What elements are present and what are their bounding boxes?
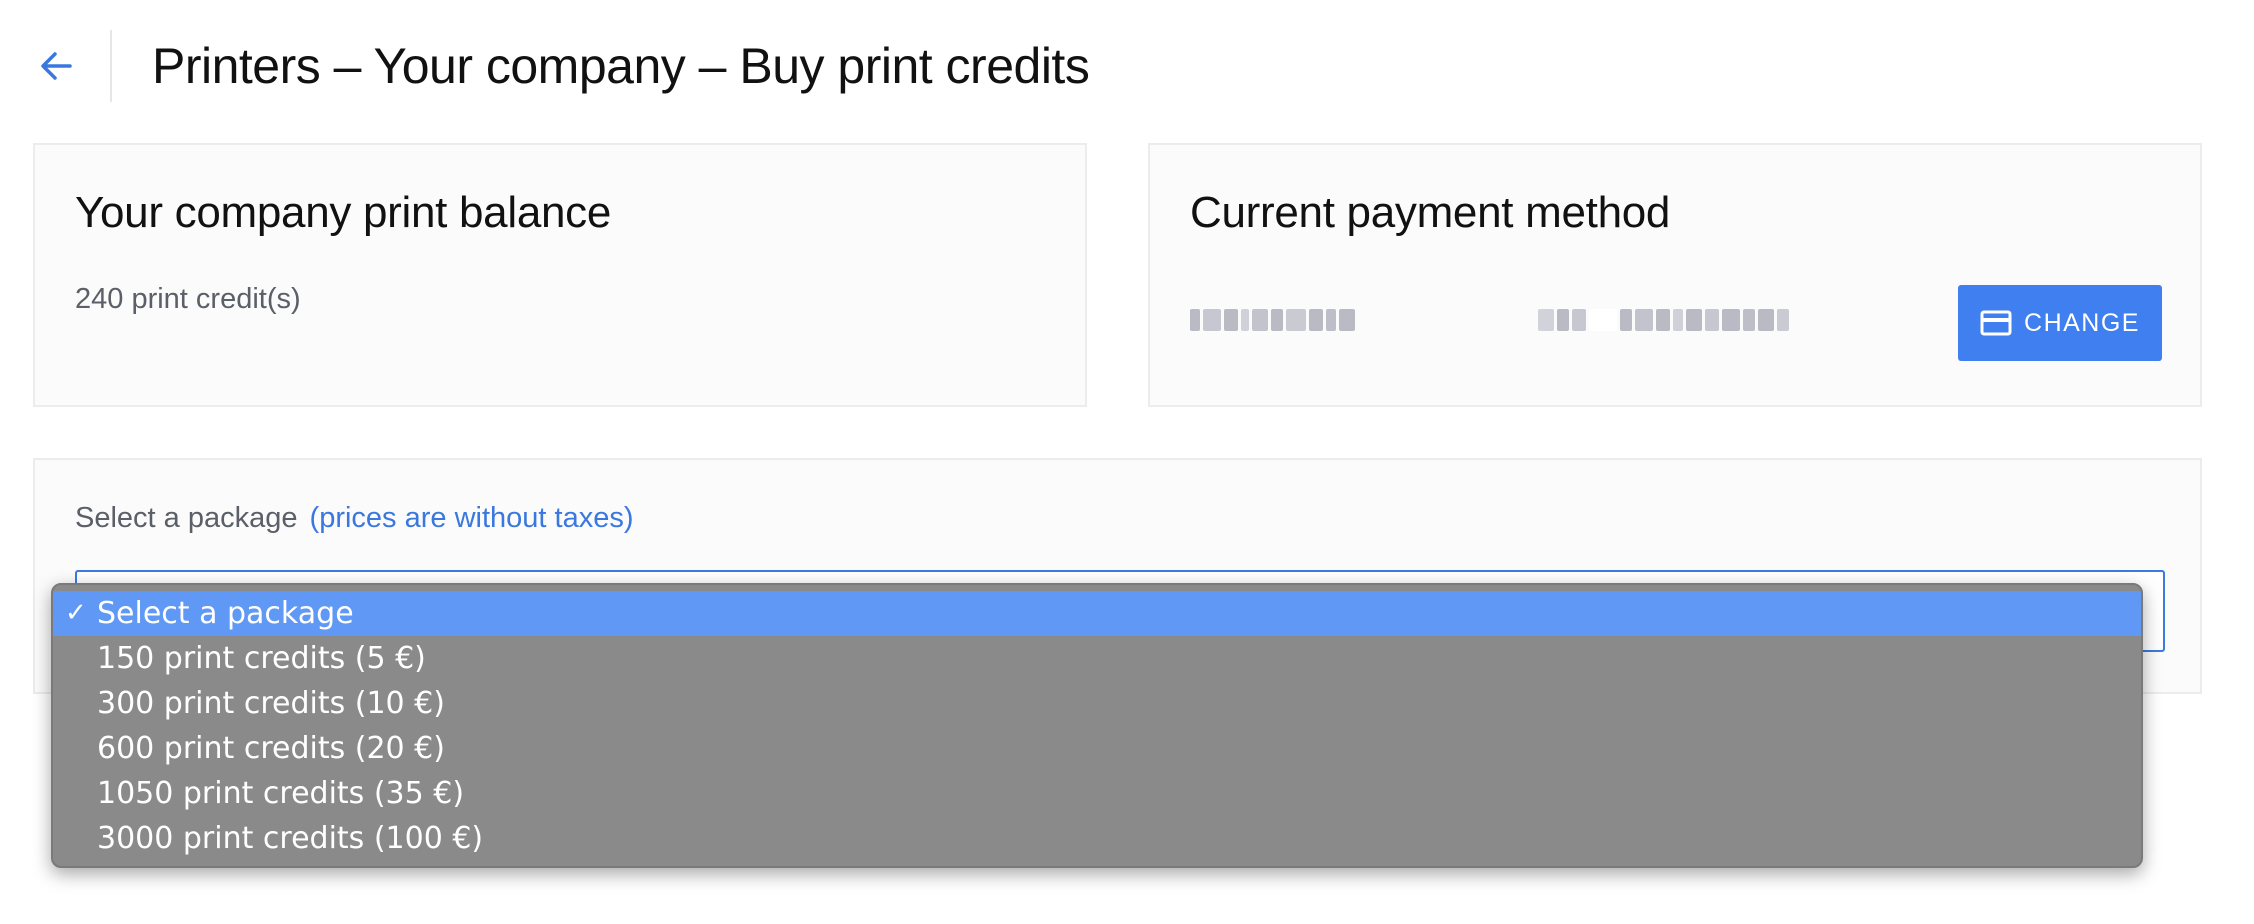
balance-card: Your company print balance 240 print cre… xyxy=(33,143,1087,407)
checkmark-icon: ✓ xyxy=(65,598,87,628)
change-payment-button[interactable]: CHANGE xyxy=(1958,285,2162,361)
payment-method-redacted-name xyxy=(1190,305,1355,335)
payment-card: Current payment method CHANGE xyxy=(1148,143,2202,407)
credit-card-icon xyxy=(1980,310,2012,336)
page-title: Printers – Your company – Buy print cred… xyxy=(152,38,1090,94)
package-price-hint: (prices are without taxes) xyxy=(309,502,634,534)
package-dropdown-menu: ✓ Select a package 150 print credits (5 … xyxy=(51,583,2143,868)
option-label: Select a package xyxy=(97,596,354,631)
balance-card-title: Your company print balance xyxy=(75,188,612,237)
dropdown-option-150[interactable]: 150 print credits (5 €) xyxy=(53,636,2141,681)
dropdown-option-placeholder[interactable]: ✓ Select a package xyxy=(53,591,2141,636)
arrow-left-icon xyxy=(41,52,72,80)
change-button-label: CHANGE xyxy=(2024,308,2140,337)
page: Printers – Your company – Buy print cred… xyxy=(0,0,2254,924)
package-label: Select a package (prices are without tax… xyxy=(75,498,634,538)
option-label: 600 print credits (20 €) xyxy=(97,731,445,766)
dropdown-option-3000[interactable]: 3000 print credits (100 €) xyxy=(53,816,2141,861)
option-label: 150 print credits (5 €) xyxy=(97,641,426,676)
balance-value: 240 print credit(s) xyxy=(75,283,301,315)
option-label: 3000 print credits (100 €) xyxy=(97,821,484,856)
dropdown-option-600[interactable]: 600 print credits (20 €) xyxy=(53,726,2141,771)
back-button[interactable] xyxy=(30,40,82,92)
page-header: Printers – Your company – Buy print cred… xyxy=(0,0,2254,130)
dropdown-option-300[interactable]: 300 print credits (10 €) xyxy=(53,681,2141,726)
option-label: 300 print credits (10 €) xyxy=(97,686,445,721)
package-label-text: Select a package xyxy=(75,502,298,534)
header-divider xyxy=(110,30,112,102)
payment-card-title: Current payment method xyxy=(1190,188,1671,237)
dropdown-option-1050[interactable]: 1050 print credits (35 €) xyxy=(53,771,2141,816)
option-label: 1050 print credits (35 €) xyxy=(97,776,465,811)
payment-method-redacted-number xyxy=(1538,305,1789,335)
